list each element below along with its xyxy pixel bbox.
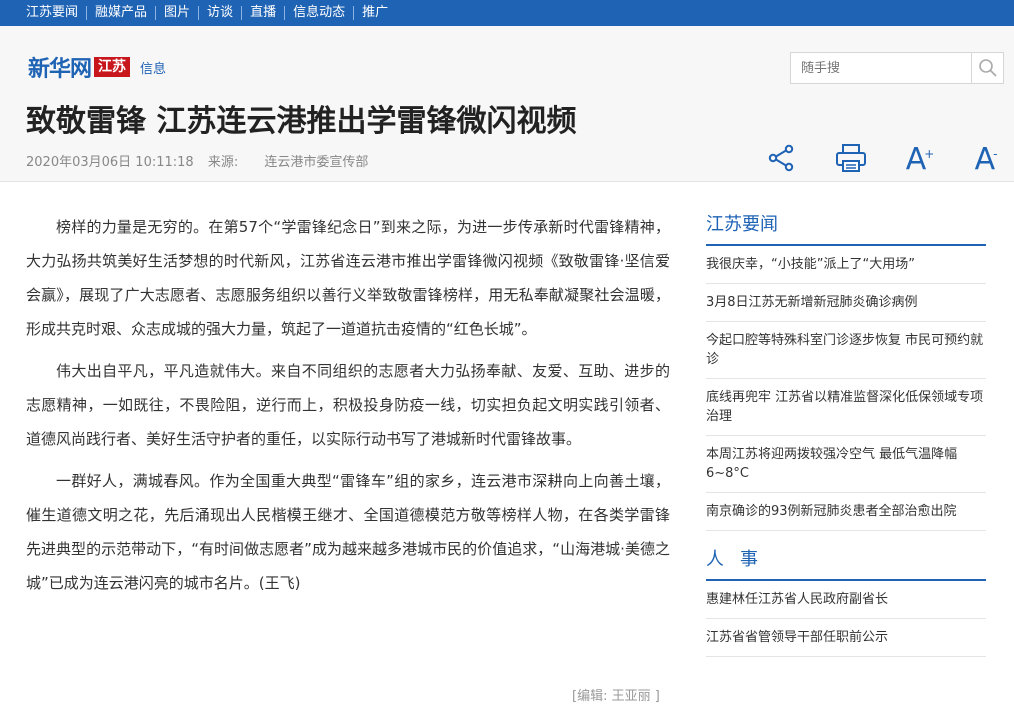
list-item[interactable]: 今起口腔等特殊科室门诊逐步恢复 市民可预约就诊 — [706, 322, 986, 379]
source-name: 连云港市委宣传部 — [264, 155, 369, 170]
font-increase-button[interactable]: A+ — [904, 140, 936, 177]
editor-credit: [编辑: 王亚丽 ] — [572, 689, 660, 704]
article-paragraph-3: 一群好人，满城春风。作为全国重大典型“雷锋车”组的家乡，连云港市深耕向上向善土壤… — [26, 472, 670, 592]
share-button[interactable] — [766, 142, 798, 174]
nav-item-live[interactable]: 直播 — [242, 6, 286, 20]
nav-item-pictures[interactable]: 图片 — [156, 6, 200, 20]
logo-brand: 新华网 — [28, 56, 92, 82]
article-meta: 2020年03月06日 10:11:18 来源: 连云港市委宣传部 — [26, 151, 378, 170]
top-nav-list: 江苏要闻 融媒产品 图片 访谈 直播 信息动态 推广 — [0, 0, 1014, 26]
font-decrease-button[interactable]: A- — [970, 140, 1002, 177]
list-item[interactable]: 3月8日江苏无新增新冠肺炎确诊病例 — [706, 284, 986, 322]
nav-item-promotion[interactable]: 推广 — [354, 6, 396, 20]
source-label: 来源: — [207, 155, 239, 170]
nav-item-jiangsu-news[interactable]: 江苏要闻 — [18, 6, 88, 20]
personnel-news-list: 惠建林任江苏省人民政府副省长 江苏省省管领导干部任职前公示 — [706, 581, 986, 657]
search-box — [790, 52, 1004, 84]
nav-item-info-news[interactable]: 信息动态 — [285, 6, 355, 20]
font-decrease-icon: A- — [974, 142, 998, 177]
article-paragraph-2: 伟大出自平凡，平凡造就伟大。来自不同组织的志愿者大力弘扬奉献、友爱、互助、进步的… — [26, 362, 670, 448]
top-nav-bar: 江苏要闻 融媒产品 图片 访谈 直播 信息动态 推广 — [0, 0, 1014, 26]
search-icon — [978, 59, 997, 77]
sidebar-section-personnel-title[interactable]: 人事 — [706, 545, 986, 581]
sidebar-section-jiangsu-news-title[interactable]: 江苏要闻 — [706, 210, 986, 246]
list-item[interactable]: 底线再兜牢 江苏省以精准监督深化低保领域专项治理 — [706, 379, 986, 436]
sidebar: 江苏要闻 我很庆幸，“小技能”派上了“大用场” 3月8日江苏无新增新冠肺炎确诊病… — [706, 210, 986, 657]
list-item[interactable]: 江苏省省管领导干部任职前公示 — [706, 619, 986, 657]
share-icon — [768, 144, 794, 172]
jiangsu-news-list: 我很庆幸，“小技能”派上了“大用场” 3月8日江苏无新增新冠肺炎确诊病例 今起口… — [706, 246, 986, 531]
article-body: 榜样的力量是无穷的。在第57个“学雷锋纪念日”到来之际，为进一步传承新时代雷锋精… — [26, 210, 670, 608]
article-header: 新华网 江苏 信息 致敬雷锋 江苏连云港推出学雷锋微闪视频 2020年03月06… — [0, 26, 1014, 182]
page-title: 致敬雷锋 江苏连云港推出学雷锋微闪视频 — [26, 104, 577, 139]
list-item[interactable]: 南京确诊的93例新冠肺炎患者全部治愈出院 — [706, 493, 986, 531]
list-item[interactable]: 惠建林任江苏省人民政府副省长 — [706, 581, 986, 619]
list-item[interactable]: 我很庆幸，“小技能”派上了“大用场” — [706, 246, 986, 284]
site-logo[interactable]: 新华网 江苏 信息 — [28, 54, 166, 82]
search-button[interactable] — [971, 53, 1003, 83]
nav-item-media-products[interactable]: 融媒产品 — [87, 6, 157, 20]
nav-item-interviews[interactable]: 访谈 — [199, 6, 243, 20]
article-paragraph-1: 榜样的力量是无穷的。在第57个“学雷锋纪念日”到来之际，为进一步传承新时代雷锋精… — [26, 218, 670, 338]
font-increase-icon: A+ — [905, 142, 935, 177]
print-button[interactable] — [834, 142, 868, 174]
search-input[interactable] — [791, 53, 971, 83]
publish-datetime: 2020年03月06日 10:11:18 — [26, 155, 194, 170]
logo-section[interactable]: 信息 — [140, 58, 166, 77]
list-item[interactable]: 本周江苏将迎两拨较强冷空气 最低气温降幅6~8°C — [706, 436, 986, 493]
print-icon — [836, 144, 866, 172]
logo-region: 江苏 — [94, 57, 131, 77]
